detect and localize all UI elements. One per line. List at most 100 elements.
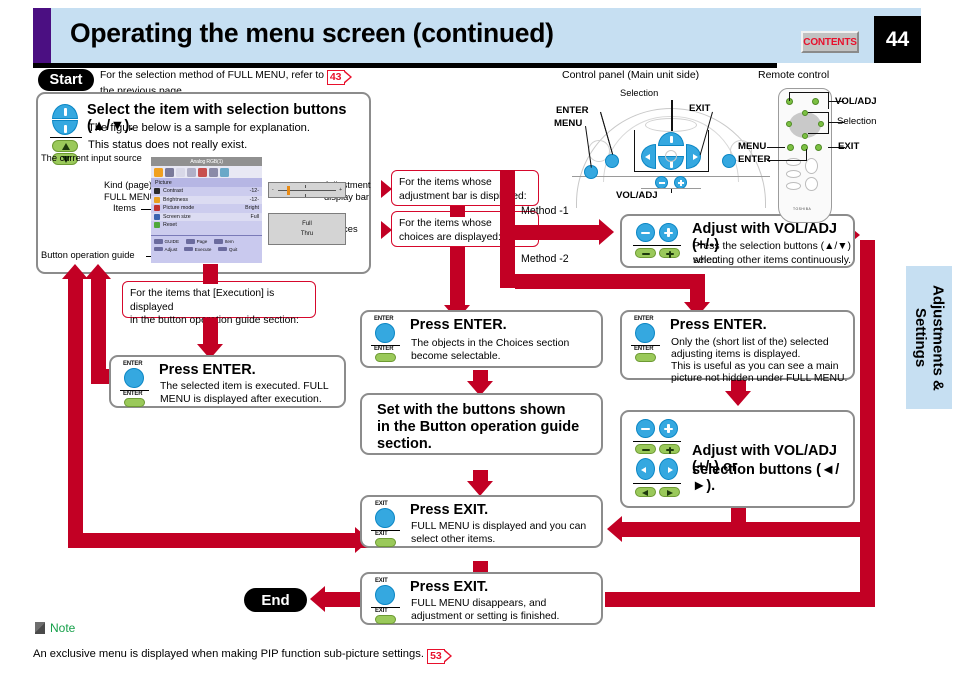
remote-outline — [778, 88, 832, 223]
label-current-input-source: The current input source — [41, 153, 142, 163]
flow-line-choices-trunk — [450, 247, 465, 309]
adjust-voladj-or-selection-box: Adjust with VOL/ADJ (+/-) or selection b… — [620, 410, 855, 508]
osd-row[interactable]: Screen size Full — [151, 212, 262, 221]
enter-button-bottom-label: ENTER — [634, 346, 654, 352]
osd-row-icon — [154, 213, 160, 220]
osd-row-value: Full — [250, 213, 259, 220]
flow-line-adjbar-trunk — [450, 206, 465, 217]
voladj-minus-blue-icon — [636, 223, 655, 242]
control-panel-enter-label: ENTER — [556, 105, 589, 116]
flow-arrow-to-end — [310, 586, 325, 612]
osd-row-icon — [154, 196, 160, 203]
selection-right-blue-icon — [659, 458, 678, 480]
flow-arrow-set-to-exit — [467, 481, 493, 496]
press-exit-end-line2: adjustment or setting is finished. — [411, 611, 560, 622]
osd-guide-key-icon — [184, 246, 194, 252]
flow-return-line-inner — [91, 274, 106, 384]
set-buttons-line2: in the Button operation guide — [377, 419, 580, 435]
exit-blue-button-icon — [375, 508, 395, 528]
flow-line-voladj-right-trunk — [860, 240, 875, 522]
flow-line-to-end — [325, 592, 360, 607]
press-enter-choices-line2: become selectable. — [411, 351, 501, 362]
osd-picture-icon[interactable] — [154, 167, 163, 177]
osd-row[interactable]: Contrast -12- — [151, 187, 262, 196]
osd-guide-label: Execute — [194, 246, 212, 252]
osd-setup-icon[interactable] — [209, 167, 218, 177]
osd-input-icon[interactable] — [198, 167, 207, 177]
method-2-label: Method -2 — [521, 253, 569, 265]
remote-selection-right-icon[interactable] — [818, 121, 824, 127]
remote-selection-label: Selection — [837, 116, 877, 127]
osd-row-value: -12- — [249, 188, 259, 195]
step1-line1: The figure below is a sample for explana… — [88, 122, 311, 134]
osd-choice-item[interactable]: Thru — [301, 231, 313, 237]
cp-exit-button-icon[interactable] — [722, 154, 736, 168]
osd-guide-label: Adjust — [164, 246, 178, 252]
osd-row-name: Picture mode — [163, 205, 195, 212]
press-enter-execution-box: ENTER ENTER Press ENTER. The selected it… — [109, 355, 346, 408]
remote-enter-label: ENTER — [738, 154, 771, 165]
adjbar-minus: - — [272, 187, 274, 193]
osd-menu-mock: Analog RGB(1) Picture Contrast -12- Brig… — [151, 157, 262, 263]
osd-display-icon[interactable] — [176, 167, 185, 177]
remote-misc-button-5[interactable] — [805, 177, 818, 191]
osd-guide-key-icon — [214, 239, 224, 244]
osd-row-icon — [154, 188, 160, 195]
osd-guide-label: Page — [196, 239, 208, 244]
remote-selection-left-icon[interactable] — [786, 121, 792, 127]
start-badge: Start — [38, 69, 94, 91]
osd-row[interactable]: Picture mode Bright — [151, 204, 262, 213]
page-ref-53[interactable]: 53 — [427, 649, 452, 664]
flow-line-execution-down — [203, 318, 218, 346]
voladj-minus-green-icon — [635, 444, 656, 454]
control-panel-menu-label: MENU — [554, 118, 583, 129]
side-tab-adjustments-settings: Adjustments & Settings — [906, 266, 952, 409]
start-text-line1: For the selection method of FULL MENU, r… — [100, 70, 324, 81]
selection-right-green-icon — [659, 487, 680, 497]
osd-guide-key-icon — [154, 239, 163, 244]
osd-row-name: Brightness — [163, 196, 189, 203]
remote-misc-button-3[interactable] — [786, 182, 801, 190]
osd-guide-key-icon — [186, 239, 196, 244]
remote-voladj-plus-icon[interactable] — [812, 98, 819, 105]
osd-reset-icon[interactable] — [220, 167, 229, 177]
remote-exit-button-icon[interactable] — [815, 144, 822, 151]
adjust-voladj-line2: selecting other items continuously. — [693, 255, 852, 266]
callout-choices-nub — [381, 221, 392, 239]
osd-guide-label: GUIDE — [164, 239, 180, 244]
press-enter-choices-line1: The objects in the Choices section — [411, 338, 570, 349]
adjbar-knob[interactable] — [287, 186, 290, 195]
osd-row[interactable]: Reset — [151, 221, 262, 230]
page-title: Operating the menu screen (continued) — [70, 18, 554, 48]
callout-adjustment-bar: For the items whose adjustment bar is di… — [391, 170, 539, 206]
osd-audio-icon[interactable] — [187, 167, 196, 177]
remote-bracket-selection-bot — [808, 133, 829, 135]
press-enter-method2-line4: picture not hidden under FULL MENU. — [671, 373, 848, 384]
osd-image-icon[interactable] — [165, 167, 174, 177]
note-text-body: An exclusive menu is displayed when maki… — [33, 648, 424, 660]
contents-button[interactable]: CONTENTS — [801, 31, 859, 53]
osd-choice-item[interactable]: Full — [302, 221, 312, 227]
selection-up-green-icon — [52, 140, 78, 152]
press-enter-execution-line1: The selected item is executed. FULL — [160, 381, 329, 392]
manual-page: Operating the menu screen (continued) CO… — [0, 0, 954, 676]
osd-row[interactable]: Brightness -12- — [151, 195, 262, 204]
press-enter-choices-title: Press ENTER. — [410, 317, 507, 333]
callout-adjbar-nub — [381, 180, 392, 198]
remote-menu-button-icon[interactable] — [787, 144, 794, 151]
osd-page-name: Picture — [151, 178, 262, 187]
adjust-voladj-sel-line2: selection buttons (◄/►). — [692, 462, 840, 494]
flow-line-bottom-return — [605, 592, 875, 607]
flow-arrow-method1 — [599, 219, 614, 245]
press-exit-back-title: Press EXIT. — [410, 502, 489, 518]
remote-misc-button-2[interactable] — [786, 170, 801, 178]
enter-green-button-icon — [635, 353, 656, 362]
flow-line-step1-to-execution — [203, 264, 218, 284]
adjbar-plus: + — [339, 187, 342, 193]
page-ref-43[interactable]: 43 — [326, 70, 352, 85]
remote-exit-label: EXIT — [838, 141, 860, 152]
cp-enter-button-icon[interactable] — [605, 154, 619, 168]
enter-green-button-icon — [375, 353, 396, 362]
enter-button-top-label: ENTER — [123, 361, 143, 367]
cp-leader-voladj — [671, 189, 673, 193]
